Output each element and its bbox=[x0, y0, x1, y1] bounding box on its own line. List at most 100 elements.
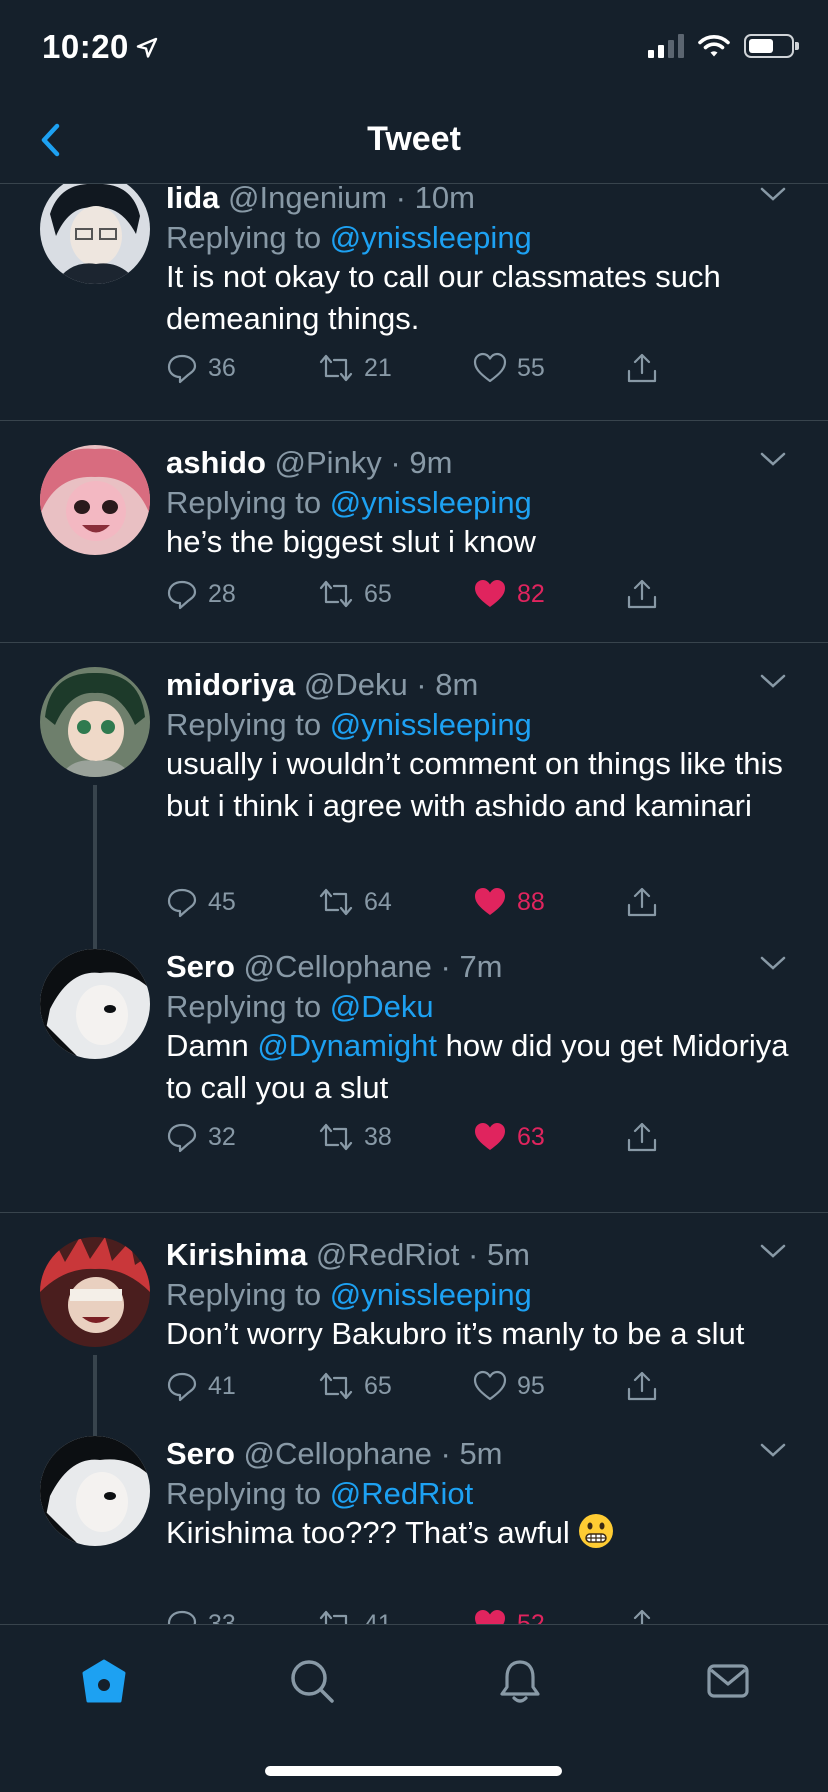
handle[interactable]: @Cellophane bbox=[244, 1436, 432, 1471]
share-button[interactable] bbox=[626, 886, 658, 918]
search-icon bbox=[291, 1660, 334, 1703]
thread-line bbox=[93, 785, 97, 949]
avatar[interactable] bbox=[40, 949, 150, 1059]
chevron-down-icon[interactable] bbox=[758, 184, 788, 204]
retweet-icon bbox=[319, 888, 353, 916]
chevron-down-icon[interactable] bbox=[758, 449, 788, 469]
tweet[interactable]: Iida @Ingenium · 10m Replying to @ynissl… bbox=[0, 184, 828, 405]
tweet-header: Sero @Cellophane · 5m bbox=[166, 1436, 503, 1471]
reply-icon bbox=[167, 580, 197, 610]
handle[interactable]: @RedRiot bbox=[316, 1237, 459, 1272]
tweet[interactable]: midoriya @Deku · 8m Replying to @ynissle… bbox=[0, 643, 828, 949]
chevron-down-icon[interactable] bbox=[758, 1440, 788, 1460]
notifications-icon bbox=[500, 1660, 540, 1703]
retweet-button[interactable]: 65 bbox=[318, 1370, 392, 1402]
reply-button[interactable]: 32 bbox=[166, 1121, 236, 1153]
reply-button[interactable]: 28 bbox=[166, 578, 236, 610]
tweet-text: Damn @Dynamight how did you get Midoriya… bbox=[166, 1025, 796, 1109]
heart-filled-icon bbox=[475, 888, 505, 915]
clock: 10:20 bbox=[42, 28, 129, 65]
reply-mention-link[interactable]: @Deku bbox=[330, 989, 434, 1024]
timestamp: 9m bbox=[409, 445, 453, 480]
reply-button[interactable]: 36 bbox=[166, 352, 236, 384]
tweet-actions: 41 65 95 bbox=[166, 1370, 666, 1410]
share-button[interactable] bbox=[626, 352, 658, 384]
replying-to-label: Replying to bbox=[166, 485, 322, 520]
share-icon bbox=[633, 1609, 651, 1624]
display-name[interactable]: Kirishima bbox=[166, 1237, 307, 1272]
home-icon bbox=[82, 1659, 126, 1703]
timeline[interactable]: Iida @Ingenium · 10m Replying to @ynissl… bbox=[0, 184, 828, 1624]
tab-notifications[interactable] bbox=[490, 1651, 550, 1711]
reply-mention-link[interactable]: @ynissleeping bbox=[330, 220, 532, 255]
like-button[interactable]: 55 bbox=[473, 352, 545, 384]
grimacing-face-emoji-icon bbox=[579, 1514, 614, 1548]
reply-count: 33 bbox=[208, 1609, 236, 1625]
display-name[interactable]: midoriya bbox=[166, 667, 295, 702]
heart-outline-icon bbox=[473, 1370, 507, 1401]
share-button[interactable] bbox=[626, 1608, 658, 1624]
reply-mention-link[interactable]: @ynissleeping bbox=[330, 1277, 532, 1312]
tweet[interactable]: Sero @Cellophane · 5m Replying to @RedRi… bbox=[0, 1436, 828, 1624]
timestamp: 7m bbox=[459, 949, 503, 984]
tweet-actions: 32 38 63 bbox=[166, 1121, 666, 1161]
tweet-text: Don’t worry Bakubro it’s manly to be a s… bbox=[166, 1316, 745, 1351]
tweet-actions: 33 41 52 bbox=[166, 1608, 666, 1624]
timestamp: 10m bbox=[414, 184, 475, 215]
reply-button[interactable]: 41 bbox=[166, 1370, 236, 1402]
reply-count: 36 bbox=[208, 353, 236, 382]
tab-search[interactable] bbox=[282, 1651, 342, 1711]
retweet-button[interactable]: 21 bbox=[318, 352, 392, 384]
avatar[interactable] bbox=[40, 1436, 150, 1546]
display-name[interactable]: Sero bbox=[166, 949, 235, 984]
like-button[interactable]: 63 bbox=[473, 1121, 545, 1153]
tab-home[interactable] bbox=[74, 1651, 134, 1711]
replying-to: Replying to @ynissleeping bbox=[166, 222, 532, 253]
share-button[interactable] bbox=[626, 1121, 658, 1153]
heart-outline-icon bbox=[473, 352, 507, 383]
like-button[interactable]: 95 bbox=[473, 1370, 545, 1402]
avatar[interactable] bbox=[40, 1237, 150, 1347]
display-name[interactable]: Iida bbox=[166, 184, 219, 215]
retweet-button[interactable]: 41 bbox=[318, 1608, 392, 1624]
reply-button[interactable]: 33 bbox=[166, 1608, 236, 1624]
timestamp: 5m bbox=[459, 1436, 503, 1471]
retweet-count: 65 bbox=[364, 1371, 392, 1400]
retweet-button[interactable]: 65 bbox=[318, 578, 392, 610]
chevron-down-icon[interactable] bbox=[758, 671, 788, 691]
like-button[interactable]: 82 bbox=[473, 578, 545, 610]
avatar[interactable] bbox=[40, 667, 150, 777]
handle[interactable]: @Cellophane bbox=[244, 949, 432, 984]
handle[interactable]: @Ingenium bbox=[228, 184, 387, 215]
like-button[interactable]: 88 bbox=[473, 886, 545, 918]
avatar[interactable] bbox=[40, 184, 150, 284]
retweet-button[interactable]: 38 bbox=[318, 1121, 392, 1153]
mention-link[interactable]: @Dynamight bbox=[257, 1028, 437, 1063]
tab-messages[interactable] bbox=[698, 1651, 758, 1711]
tweet[interactable]: ashido @Pinky · 9m Replying to @ynisslee… bbox=[0, 421, 828, 641]
avatar[interactable] bbox=[40, 445, 150, 555]
reply-icon bbox=[167, 1372, 197, 1402]
display-name[interactable]: ashido bbox=[166, 445, 266, 480]
tweet[interactable]: Sero @Cellophane · 7m Replying to @Deku … bbox=[0, 949, 828, 1195]
like-button[interactable]: 52 bbox=[473, 1608, 545, 1624]
share-button[interactable] bbox=[626, 1370, 658, 1402]
reply-button[interactable]: 45 bbox=[166, 886, 236, 918]
home-indicator[interactable] bbox=[265, 1766, 562, 1776]
reply-mention-link[interactable]: @RedRiot bbox=[330, 1476, 473, 1511]
tweet[interactable]: Kirishima @RedRiot · 5m Replying to @yni… bbox=[0, 1213, 828, 1436]
share-button[interactable] bbox=[626, 578, 658, 610]
retweet-button[interactable]: 64 bbox=[318, 886, 392, 918]
tweet-header: ashido @Pinky · 9m bbox=[166, 445, 453, 480]
reply-mention-link[interactable]: @ynissleeping bbox=[330, 485, 532, 520]
handle[interactable]: @Pinky bbox=[275, 445, 382, 480]
handle[interactable]: @Deku bbox=[304, 667, 408, 702]
chevron-down-icon[interactable] bbox=[758, 1241, 788, 1261]
chevron-down-icon[interactable] bbox=[758, 953, 788, 973]
display-name[interactable]: Sero bbox=[166, 1436, 235, 1471]
status-time: 10:20 bbox=[42, 28, 159, 68]
retweet-count: 65 bbox=[364, 579, 392, 608]
tweet-header: Iida @Ingenium · 10m bbox=[166, 184, 475, 213]
share-icon bbox=[627, 1122, 657, 1152]
reply-mention-link[interactable]: @ynissleeping bbox=[330, 707, 532, 742]
